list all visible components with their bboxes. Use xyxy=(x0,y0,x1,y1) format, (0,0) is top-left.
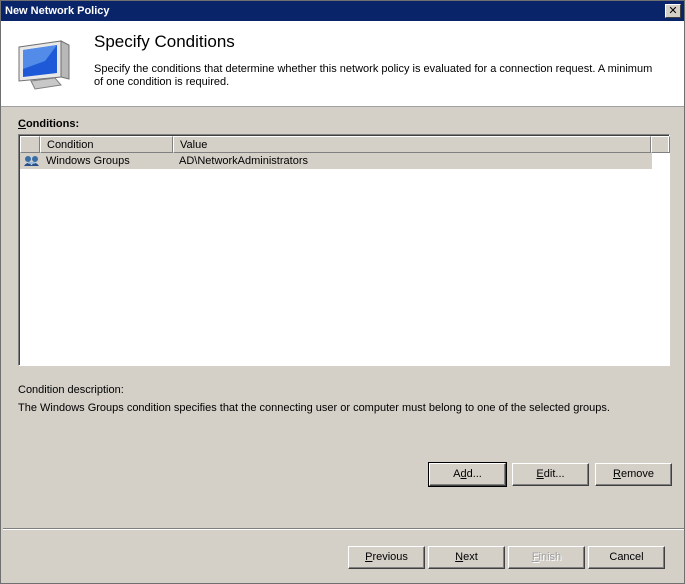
footer-separator xyxy=(3,528,684,530)
wizard-header: Specify Conditions Specify the condition… xyxy=(1,21,684,107)
next-button[interactable]: Next xyxy=(428,546,505,569)
remove-button[interactable]: Remove xyxy=(595,463,672,486)
cancel-button[interactable]: Cancel xyxy=(588,546,665,569)
close-icon: ✕ xyxy=(668,4,678,17)
condition-description-text: The Windows Groups condition specifies t… xyxy=(18,402,610,414)
computer-monitor-icon xyxy=(18,40,70,90)
previous-button[interactable]: Previous xyxy=(348,546,425,569)
edit-button[interactable]: Edit... xyxy=(512,463,589,486)
conditions-list[interactable]: Condition Value Windows Groups AD\Networ… xyxy=(18,134,670,366)
column-header-condition[interactable]: Condition xyxy=(40,136,173,153)
condition-description-label: Condition description: xyxy=(18,384,124,396)
close-button[interactable]: ✕ xyxy=(665,4,681,18)
column-header-value[interactable]: Value xyxy=(173,136,651,153)
title-bar: New Network Policy ✕ xyxy=(1,1,684,21)
column-header-filler xyxy=(651,136,670,153)
table-row[interactable]: Windows Groups AD\NetworkAdministrators xyxy=(20,153,652,169)
add-button[interactable]: Add... xyxy=(428,462,507,487)
page-title: Specify Conditions xyxy=(94,32,235,51)
column-header-icon[interactable] xyxy=(20,136,40,153)
page-description: Specify the conditions that determine wh… xyxy=(94,63,653,88)
new-network-policy-dialog: New Network Policy ✕ Specify Conditions … xyxy=(0,0,685,584)
condition-cell: Windows Groups xyxy=(46,155,130,167)
finish-button[interactable]: Finish xyxy=(508,546,585,569)
conditions-label: Conditions: xyxy=(18,118,80,130)
list-header: Condition Value xyxy=(20,136,670,153)
windows-groups-icon xyxy=(24,154,40,170)
value-cell: AD\NetworkAdministrators xyxy=(179,155,308,167)
window-title: New Network Policy xyxy=(5,5,110,17)
